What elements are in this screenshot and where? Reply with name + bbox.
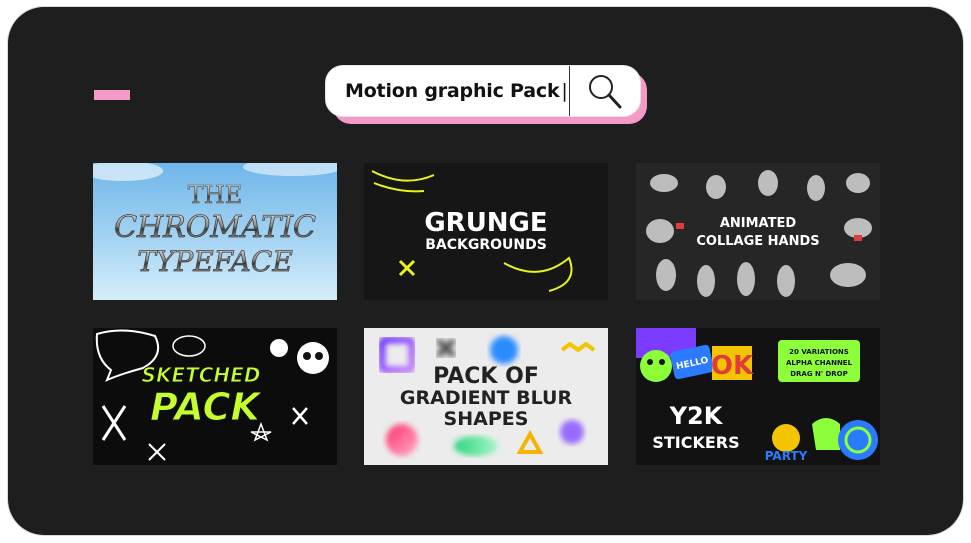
product-card-gradient-blur-shapes[interactable]: PACK OF GRADIENT BLUR SHAPES (364, 328, 608, 465)
title-line-1: Y2K (669, 402, 724, 430)
title-line-2: BACKGROUNDS (425, 237, 547, 253)
title-line-1: PACK OF (433, 364, 539, 389)
grunge-thumbnail: GRUNGE BACKGROUNDS (364, 163, 608, 300)
title-line-2: CHROMATIC (114, 210, 316, 245)
badge-line-2: ALPHA CHANNEL (786, 359, 853, 367)
product-card-collage-hands[interactable]: ANIMATED COLLAGE HANDS (636, 163, 880, 300)
blur-shapes-thumbnail: PACK OF GRADIENT BLUR SHAPES (378, 336, 596, 456)
search-input[interactable]: Motion graphic Pack | (326, 66, 569, 116)
search-button[interactable] (569, 66, 640, 116)
product-card-sketched-pack[interactable]: SKETCHED PACK (93, 328, 337, 465)
title-line-1: GRUNGE (424, 208, 547, 238)
product-card-grunge-backgrounds[interactable]: GRUNGE BACKGROUNDS (364, 163, 608, 300)
product-card-chromatic-typeface[interactable]: THE CHROMATIC TYPEFACE (93, 163, 337, 300)
search-bar: Motion graphic Pack | (325, 65, 641, 117)
title-line-3: TYPEFACE (137, 245, 293, 278)
title-line-1: ANIMATED (720, 216, 797, 231)
text-caret: | (561, 80, 568, 102)
title-line-2: GRADIENT BLUR (400, 387, 573, 409)
party-sticker-text: PARTY (765, 449, 808, 463)
product-card-y2k-stickers[interactable]: HELLO OK 20 VARIATIONS ALPHA CHANNEL DRA… (636, 328, 880, 465)
title-line-3: SHAPES (444, 408, 529, 430)
search-input-value: Motion graphic Pack (345, 80, 560, 102)
title-line-2: PACK (150, 385, 262, 429)
title-line-1: SKETCHED (142, 363, 261, 387)
title-line-1: THE (188, 181, 242, 209)
chrome-type-thumbnail: THE CHROMATIC TYPEFACE (93, 163, 337, 278)
sketch-thumbnail: SKETCHED PACK (95, 329, 329, 461)
y2k-thumbnail: HELLO OK 20 VARIATIONS ALPHA CHANNEL DRA… (636, 328, 878, 463)
title-line-2: STICKERS (652, 433, 739, 452)
search-icon (589, 75, 622, 109)
ok-sticker-text: OK (711, 351, 754, 381)
title-line-2: COLLAGE HANDS (696, 234, 819, 249)
badge-line-1: 20 VARIATIONS (789, 348, 849, 356)
hands-thumbnail: ANIMATED COLLAGE HANDS (646, 170, 872, 297)
pink-dash-decoration (94, 90, 130, 100)
badge-line-3: DRAG N' DROP (790, 370, 848, 378)
